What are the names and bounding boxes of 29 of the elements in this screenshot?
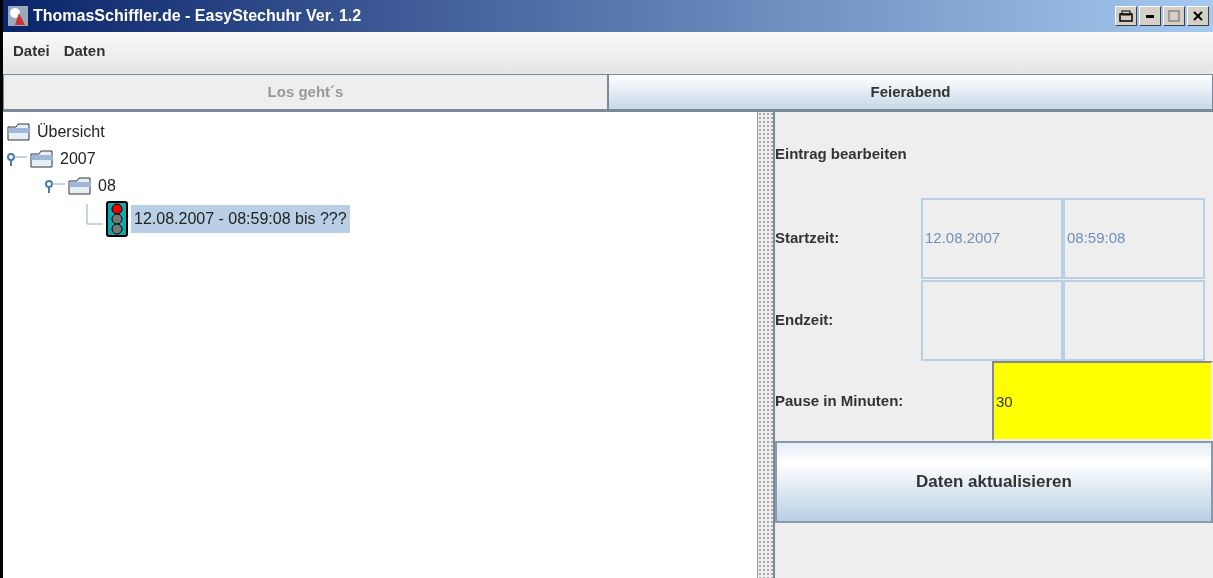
minimize-icon xyxy=(1146,14,1154,18)
toolbar-button[interactable]: Feierabend xyxy=(608,74,1213,110)
update-button[interactable]: Daten aktualisieren xyxy=(775,441,1213,523)
minimize-button[interactable] xyxy=(1139,6,1161,26)
menu-item[interactable]: Datei xyxy=(13,39,50,63)
maximize-button[interactable] xyxy=(1163,6,1185,26)
tree-item[interactable]: 12.08.2007 - 08:59:08 bis ??? xyxy=(131,205,350,233)
close-button[interactable] xyxy=(1187,6,1209,26)
folder-icon xyxy=(68,176,92,195)
maximize-icon xyxy=(1168,10,1180,22)
close-icon xyxy=(1193,11,1203,21)
folder-icon xyxy=(30,149,54,168)
window-title: ThomasSchiffler.de - EasyStechuhr Ver. 1.2 xyxy=(33,6,362,26)
input-field[interactable]: 30 xyxy=(992,361,1213,441)
printer-icon xyxy=(1119,10,1133,22)
tree-item[interactable]: 2007 xyxy=(57,144,99,173)
field-label: Startzeit: xyxy=(775,227,841,248)
app-icon xyxy=(7,5,29,27)
section-heading: Eintrag bearbeiten xyxy=(775,144,907,165)
tree-item[interactable]: Übersicht xyxy=(34,117,108,146)
tree-item[interactable]: 08 xyxy=(95,171,119,200)
print-button[interactable] xyxy=(1115,6,1137,26)
field-label: Endzeit: xyxy=(775,309,835,330)
expand-handle[interactable] xyxy=(45,178,65,193)
field-label: Pause in Minuten: xyxy=(775,390,905,411)
menu-item[interactable]: Daten xyxy=(63,39,106,63)
folder-icon xyxy=(7,122,31,141)
expand-handle[interactable] xyxy=(7,151,27,166)
traffic-light-icon xyxy=(106,201,128,237)
